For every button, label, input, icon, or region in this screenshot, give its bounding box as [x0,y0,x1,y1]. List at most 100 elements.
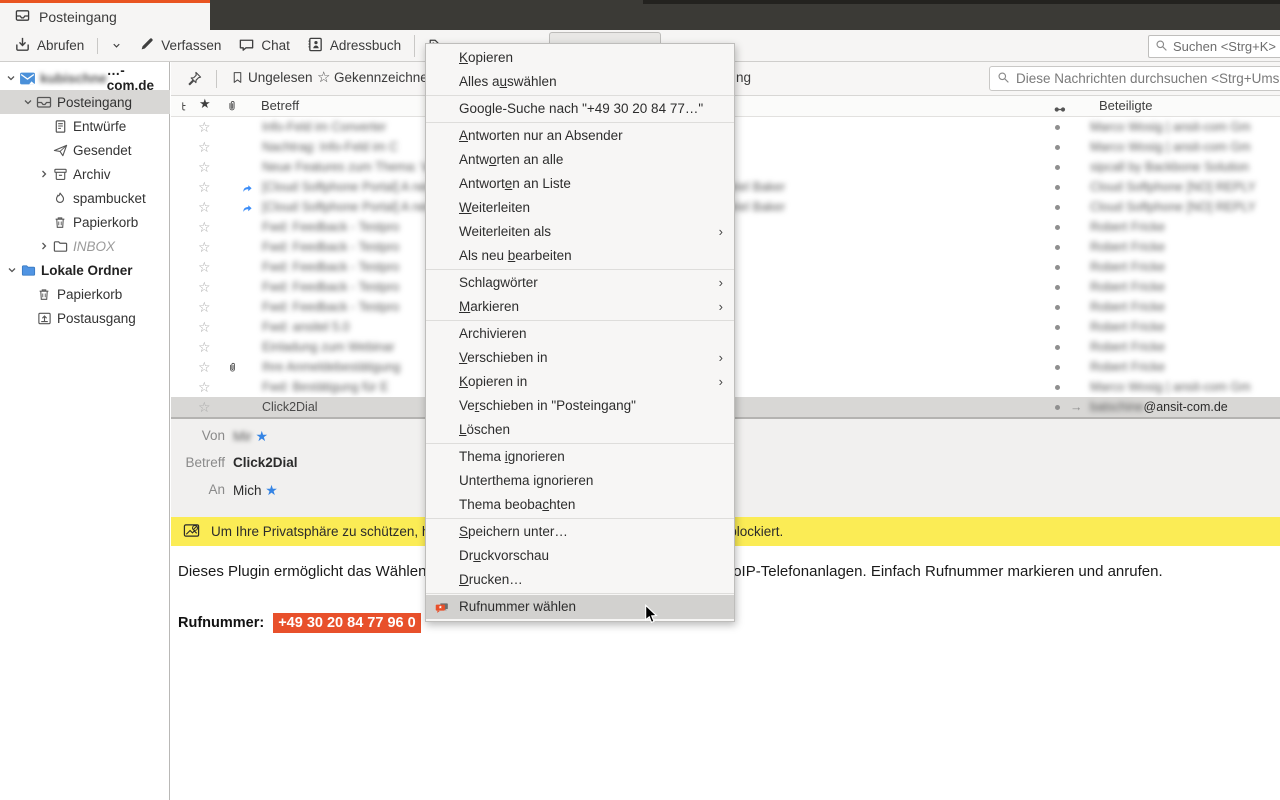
read-status-dot[interactable] [1055,265,1060,270]
menu-item-kopieren-in[interactable]: Kopieren in› [426,370,734,394]
menu-item-thema-beobachten[interactable]: Thema beobachten [426,493,734,517]
filter-starred-button[interactable]: Gekennzeichnet [334,70,432,85]
chevron-right-icon[interactable] [37,168,50,180]
read-status-dot[interactable] [1055,165,1060,170]
column-participants[interactable]: Beteiligte [1099,98,1152,113]
sidebar-folder-papierkorb[interactable]: Papierkorb [0,282,170,306]
read-status-dot[interactable] [1055,225,1060,230]
read-status-dot[interactable] [1055,205,1060,210]
read-status-dot[interactable] [1055,325,1060,330]
read-status-dot[interactable] [1055,185,1060,190]
read-status-dot[interactable] [1055,365,1060,370]
sidebar-folder-entwürfe[interactable]: Entwürfe [0,114,170,138]
participants-column-icon[interactable] [1053,102,1068,117]
menu-item-kopieren[interactable]: Kopieren [426,46,734,70]
chevron-down-icon[interactable] [5,264,18,276]
row-star-icon[interactable]: ☆ [198,337,211,357]
contact-star-icon[interactable]: ★ [256,428,269,444]
row-star-icon[interactable]: ☆ [198,237,211,257]
row-star-icon[interactable]: ☆ [198,217,211,237]
menu-item-antworten-an-alle[interactable]: Antworten an alle [426,148,734,172]
menu-item-label: Verschieben in "Posteingang" [459,398,636,413]
write-button[interactable]: Verfassen [135,33,225,58]
read-status-dot[interactable] [1055,345,1060,350]
get-mail-dropdown[interactable] [107,37,126,54]
row-star-icon[interactable]: ☆ [198,297,211,317]
filter-unread-button[interactable]: Ungelesen [248,70,313,85]
row-star-icon[interactable]: ☆ [198,377,211,397]
sidebar-folder-postausgang[interactable]: Postausgang [0,306,170,330]
read-status-dot[interactable] [1055,285,1060,290]
folder-label: Posteingang [57,95,132,110]
read-status-dot[interactable] [1055,145,1060,150]
sidebar-folder-lokale-ordner[interactable]: Lokale Ordner [0,258,170,282]
row-star-icon[interactable]: ☆ [198,197,211,217]
chat-button[interactable]: Chat [234,33,294,59]
menu-item-google-suche-nach-49-30-20-84-77[interactable]: Google-Suche nach "+49 30 20 84 77…" [426,97,734,121]
thread-search-field[interactable]: Diese Nachrichten durchsuchen <Strg+Umsc… [989,66,1280,91]
sidebar-folder-inbox[interactable]: INBOX [0,234,170,258]
chevron-right-icon[interactable] [37,240,50,252]
row-star-icon[interactable]: ☆ [198,137,211,157]
row-star-icon[interactable]: ☆ [198,277,211,297]
chevron-down-icon[interactable] [5,72,18,84]
menu-item-verschieben-in-posteingang[interactable]: Verschieben in "Posteingang" [426,394,734,418]
menu-item-label: Als neu bearbeiten [459,248,572,263]
row-star-icon[interactable]: ☆ [198,357,211,377]
row-star-icon[interactable]: ☆ [198,397,211,417]
read-status-dot[interactable] [1055,405,1060,410]
row-subject: Fwd: Feedback - Testpro [262,297,399,317]
menu-item-rufnummer-wählen[interactable]: Rufnummer wählen [426,595,734,619]
sidebar-folder-papierkorb[interactable]: Papierkorb [0,210,170,234]
read-status-dot[interactable] [1055,305,1060,310]
chevron-down-icon[interactable] [21,96,34,108]
sidebar-folder-archiv[interactable]: Archiv [0,162,170,186]
sidebar-account[interactable]: kubischne…-com.de [0,66,170,90]
menu-item-archivieren[interactable]: Archivieren [426,322,734,346]
menu-item-verschieben-in[interactable]: Verschieben in› [426,346,734,370]
row-star-icon[interactable]: ☆ [198,157,211,177]
menu-item-weiterleiten[interactable]: Weiterleiten [426,196,734,220]
menu-item-speichern-unter[interactable]: Speichern unter… [426,520,734,544]
row-star-icon[interactable]: ☆ [198,317,211,337]
folder-label: spambucket [73,191,146,206]
menu-item-antworten-an-liste[interactable]: Antworten an Liste [426,172,734,196]
menu-item-unterthema-ignorieren[interactable]: Unterthema ignorieren [426,469,734,493]
column-subject[interactable]: Betreff [261,98,299,113]
menu-item-antworten-nur-an-absender[interactable]: Antworten nur an Absender [426,124,734,148]
row-star-icon[interactable]: ☆ [198,177,211,197]
row-star-icon[interactable]: ☆ [198,117,211,137]
global-search-field[interactable]: Suchen <Strg+K> [1148,35,1280,58]
read-status-dot[interactable] [1055,245,1060,250]
menu-item-label: Drucken… [459,572,523,587]
menu-item-alles-auswählen[interactable]: Alles auswählen [426,70,734,94]
pin-icon[interactable] [187,71,202,89]
menu-item-markieren[interactable]: Markieren› [426,295,734,319]
to-label: An [171,482,225,497]
menu-item-schlagwörter[interactable]: Schlagwörter› [426,271,734,295]
read-status-dot[interactable] [1055,125,1060,130]
get-mail-icon [14,36,31,56]
row-sender: Robert Fricke [1090,317,1165,337]
read-status-dot[interactable] [1055,385,1060,390]
attachment-column-icon[interactable] [226,99,238,116]
get-mail-button[interactable]: Abrufen [10,33,88,59]
menu-item-weiterleiten-als[interactable]: Weiterleiten als› [426,220,734,244]
menu-item-label: Schlagwörter [459,275,538,290]
menu-item-druckvorschau[interactable]: Druckvorschau [426,544,734,568]
addressbook-button[interactable]: Adressbuch [303,33,405,59]
thread-column-icon[interactable] [180,100,191,115]
filter-attachment-button-partial[interactable]: ng [736,70,751,85]
tab-posteingang[interactable]: Posteingang [0,0,210,30]
sidebar-folder-gesendet[interactable]: Gesendet [0,138,170,162]
menu-item-drucken[interactable]: Drucken… [426,568,734,592]
sidebar-folder-posteingang[interactable]: Posteingang [0,90,170,114]
sidebar-folder-spambucket[interactable]: spambucket [0,186,170,210]
menu-item-als-neu-bearbeiten[interactable]: Als neu bearbeiten [426,244,734,268]
menu-item-thema-ignorieren[interactable]: Thema ignorieren [426,445,734,469]
menu-item-löschen[interactable]: Löschen [426,418,734,442]
contact-star-icon[interactable]: ★ [265,482,278,498]
phone-number-selected[interactable]: +49 30 20 84 77 96 0 [273,613,420,633]
row-star-icon[interactable]: ☆ [198,257,211,277]
star-column-icon[interactable]: ★ [199,96,211,112]
